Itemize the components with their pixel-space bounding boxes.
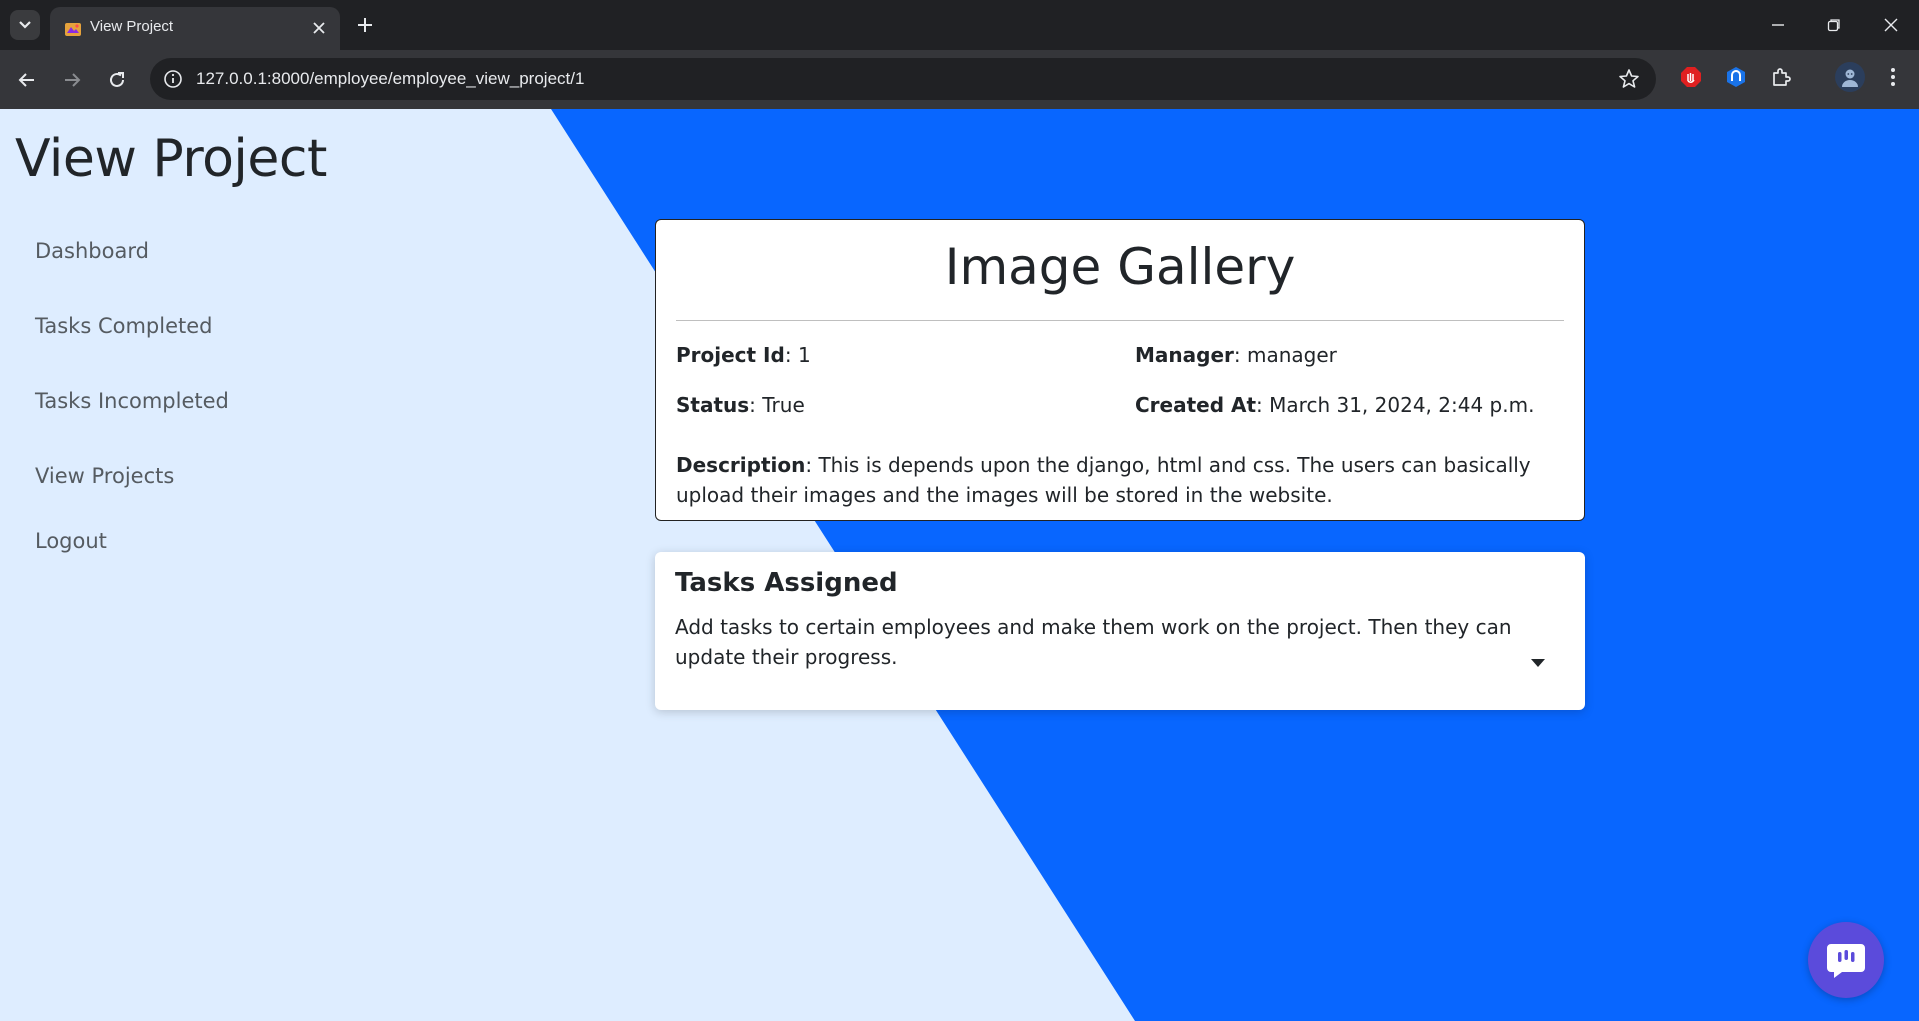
- created-at-field: Created At: March 31, 2024, 2:44 p.m.: [1135, 393, 1535, 417]
- new-tab-button[interactable]: [352, 12, 378, 38]
- extensions-menu-button[interactable]: [1768, 64, 1794, 90]
- address-bar[interactable]: 127.0.0.1:8000/employee/employee_view_pr…: [150, 58, 1656, 100]
- site-info-icon[interactable]: [162, 68, 184, 90]
- back-button[interactable]: [11, 64, 43, 96]
- adblock-extension-button[interactable]: [1678, 64, 1704, 90]
- chevron-down-icon: [1531, 659, 1545, 667]
- browser-menu-button[interactable]: [1880, 64, 1906, 90]
- restore-button[interactable]: [1819, 10, 1849, 40]
- tasks-assigned-card[interactable]: Tasks Assigned Add tasks to certain empl…: [655, 552, 1585, 710]
- sidebar-item-logout[interactable]: Logout: [35, 529, 107, 553]
- tab-close-button[interactable]: [308, 17, 330, 39]
- chat-icon: [1827, 944, 1865, 978]
- minimize-icon: [1772, 24, 1784, 26]
- project-id-value: 1: [797, 343, 811, 367]
- status-value: True: [762, 393, 805, 417]
- extension-icon: [1727, 67, 1745, 87]
- chevron-down-icon: [19, 21, 31, 29]
- forward-icon: [65, 73, 81, 87]
- project-id-field: Project Id: 1: [676, 343, 811, 367]
- status-field: Status: True: [676, 393, 805, 417]
- description-field: Description: This is depends upon the dj…: [676, 453, 1531, 507]
- restore-icon: [1827, 19, 1840, 32]
- favicon-icon: [65, 23, 81, 36]
- divider: [676, 320, 1564, 321]
- tasks-assigned-description: Add tasks to certain employees and make …: [675, 615, 1512, 669]
- sidebar-item-dashboard[interactable]: Dashboard: [35, 239, 149, 263]
- manager-label: Manager: [1135, 343, 1234, 367]
- created-at-label: Created At: [1135, 393, 1257, 417]
- created-at-value: March 31, 2024, 2:44 p.m.: [1269, 393, 1535, 417]
- browser-toolbar: 127.0.0.1:8000/employee/employee_view_pr…: [0, 50, 1919, 109]
- reload-button[interactable]: [101, 64, 133, 96]
- close-icon: [1884, 18, 1898, 32]
- status-label: Status: [676, 393, 750, 417]
- close-window-button[interactable]: [1876, 10, 1906, 40]
- plus-icon: [358, 18, 372, 32]
- puzzle-icon: [1773, 68, 1791, 86]
- forward-button[interactable]: [56, 64, 88, 96]
- tasks-assigned-title: Tasks Assigned: [675, 568, 898, 598]
- manager-field: Manager: manager: [1135, 343, 1337, 367]
- sidebar-item-tasks-completed[interactable]: Tasks Completed: [35, 314, 212, 338]
- description-value: This is depends upon the django, html an…: [676, 453, 1531, 507]
- reload-icon: [110, 72, 124, 87]
- description-label: Description: [676, 453, 806, 477]
- browser-tab-active[interactable]: View Project: [50, 7, 340, 50]
- page-title: View Project: [15, 129, 327, 189]
- tab-search-button[interactable]: [10, 10, 40, 40]
- page-viewport: View Project Dashboard Tasks Completed T…: [0, 109, 1919, 1021]
- sidebar-item-view-projects[interactable]: View Projects: [35, 464, 174, 488]
- sidebar-item-tasks-incompleted[interactable]: Tasks Incompleted: [35, 389, 229, 413]
- adblock-icon: [1681, 67, 1701, 87]
- browser-tabstrip: View Project: [0, 0, 1919, 50]
- kebab-menu-icon: [1891, 68, 1895, 86]
- tab-title: View Project: [90, 18, 174, 35]
- back-icon: [18, 73, 34, 87]
- profile-button[interactable]: [1835, 62, 1865, 92]
- extension-button[interactable]: [1723, 64, 1749, 90]
- url-text[interactable]: 127.0.0.1:8000/employee/employee_view_pr…: [196, 69, 584, 89]
- tasks-expand-toggle[interactable]: [1527, 655, 1549, 671]
- chat-widget-button[interactable]: [1808, 922, 1884, 998]
- profile-avatar-icon: [1842, 69, 1858, 87]
- project-id-label: Project Id: [676, 343, 785, 367]
- manager-value: manager: [1247, 343, 1337, 367]
- project-name: Image Gallery: [944, 238, 1296, 296]
- project-card: Image Gallery Project Id: 1 Manager: man…: [655, 219, 1585, 521]
- close-icon: [313, 22, 325, 34]
- minimize-button[interactable]: [1763, 10, 1793, 40]
- star-icon[interactable]: [1618, 68, 1640, 90]
